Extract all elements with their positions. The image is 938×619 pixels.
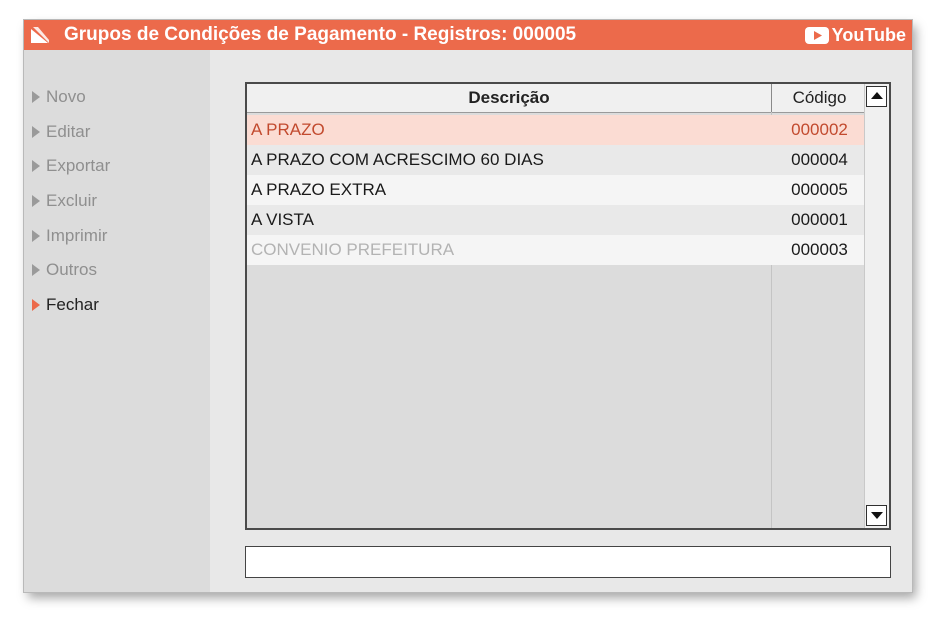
menu-editar-label: Editar [46,122,91,141]
triangle-right-icon [32,91,40,103]
table-row[interactable]: CONVENIO PREFEITURA 000003 [247,235,867,265]
menu-fechar-label: Fechar [46,295,99,314]
cell-descricao: A PRAZO [251,120,325,139]
arrow-down-icon [871,512,883,519]
menu-excluir[interactable]: Excluir [32,189,97,213]
app-logo-icon [30,26,50,44]
table-row[interactable]: A PRAZO 000002 [247,115,867,145]
triangle-right-icon [32,230,40,242]
menu-outros-label: Outros [46,260,98,279]
vertical-scrollbar[interactable] [864,84,889,528]
menu-exportar[interactable]: Exportar [32,154,110,178]
menu-imprimir[interactable]: Imprimir [32,224,107,248]
cell-codigo: 000003 [791,240,848,259]
grid-rows: A PRAZO 000002 A PRAZO COM ACRESCIMO 60 … [247,115,867,265]
menu-novo[interactable]: Novo [32,85,86,109]
menu-editar[interactable]: Editar [32,120,90,144]
records-grid[interactable]: Descrição Código A PRAZO 000002 A PRAZO … [245,82,891,530]
triangle-right-icon [32,160,40,172]
menu-excluir-label: Excluir [46,191,98,210]
window-title: Grupos de Condições de Pagamento - Regis… [64,24,577,45]
triangle-right-icon [32,264,40,276]
grid-header: Descrição Código [247,84,867,113]
scroll-up-button[interactable] [866,86,887,107]
table-row[interactable]: A VISTA 000001 [247,205,867,235]
scroll-down-button[interactable] [866,505,887,526]
cell-codigo: 000002 [791,120,848,139]
search-input[interactable] [245,546,891,578]
cell-descricao: CONVENIO PREFEITURA [251,240,455,259]
title-bar: Grupos de Condições de Pagamento - Regis… [24,20,912,50]
dialog-window: Grupos de Condições de Pagamento - Regis… [24,20,912,592]
actions-sidebar: Novo Editar Exportar Excluir Imprimir Ou… [24,50,210,592]
youtube-label: YouTube [831,25,906,45]
youtube-icon [804,26,829,44]
cell-descricao: A PRAZO EXTRA [251,180,387,199]
menu-fechar[interactable]: Fechar [32,293,99,317]
menu-outros[interactable]: Outros [32,258,97,282]
menu-exportar-label: Exportar [46,156,111,175]
arrow-up-icon [871,92,883,99]
cell-descricao: A PRAZO COM ACRESCIMO 60 DIAS [251,150,544,169]
table-row[interactable]: A PRAZO EXTRA 000005 [247,175,867,205]
cell-codigo: 000004 [791,150,848,169]
youtube-link[interactable]: YouTube [804,25,906,45]
menu-imprimir-label: Imprimir [46,226,108,245]
column-header-codigo[interactable]: Código [772,84,867,112]
table-row[interactable]: A PRAZO COM ACRESCIMO 60 DIAS 000004 [247,145,867,175]
menu-novo-label: Novo [46,87,86,106]
triangle-right-icon [32,299,40,311]
cell-codigo: 000005 [791,180,848,199]
column-header-descricao[interactable]: Descrição [247,84,772,112]
cell-descricao: A VISTA [251,210,314,229]
cell-codigo: 000001 [791,210,848,229]
triangle-right-icon [32,195,40,207]
triangle-right-icon [32,126,40,138]
